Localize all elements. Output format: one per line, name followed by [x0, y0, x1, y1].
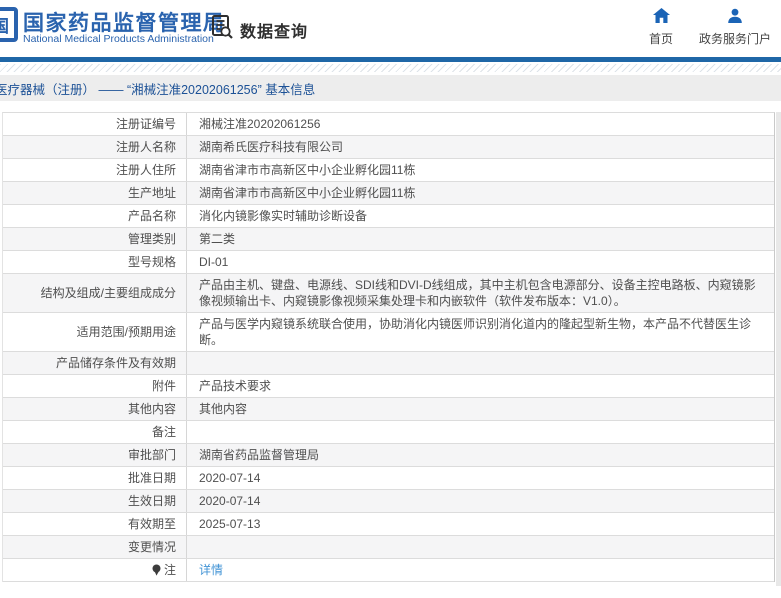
row-label-text: 注册证编号	[115, 117, 176, 131]
row-value: 第二类	[199, 232, 236, 246]
row-label-text: 生效日期	[127, 494, 176, 508]
page: 国 国家药品监督管理局 National Medical Products Ad…	[0, 0, 781, 598]
row-value: 2020-07-14	[199, 494, 261, 508]
nmpa-logo-emblem: 国	[0, 7, 18, 42]
stripe-band	[0, 64, 781, 72]
row-label: 产品储存条件及有效期	[3, 352, 187, 374]
row-value: 产品技术要求	[199, 379, 272, 393]
table-row: 注 详情	[3, 559, 774, 582]
row-value: 2025-07-13	[199, 517, 261, 531]
table-row: 产品名称 消化内镜影像实时辅助诊断设备	[3, 205, 774, 228]
header-divider-bar	[0, 57, 781, 62]
row-label: 注册人住所	[3, 159, 187, 181]
org-name-english: National Medical Products Administration	[23, 33, 214, 45]
user-icon	[695, 8, 775, 26]
row-label: 型号规格	[3, 251, 187, 273]
table-row: 审批部门 湖南省药品监督管理局	[3, 444, 774, 467]
row-label-text: 管理类别	[127, 232, 176, 246]
note-icon	[152, 564, 161, 576]
row-value: 湖南省津市市高新区中小企业孵化园11栋	[199, 163, 416, 177]
row-label: 有效期至	[3, 513, 187, 535]
row-value: 湖南希氏医疗科技有限公司	[199, 140, 344, 154]
row-label-text: 注册人住所	[115, 163, 176, 177]
table-row: 适用范围/预期用途 产品与医学内窥镜系统联合使用，协助消化内镜医师识别消化道内的隆…	[3, 313, 774, 352]
row-label-text: 型号规格	[127, 255, 176, 269]
table-row: 生效日期 2020-07-14	[3, 490, 774, 513]
row-label: 其他内容	[3, 398, 187, 420]
row-label-text: 变更情况	[127, 540, 176, 554]
row-value: 产品由主机、键盘、电源线、SDI线和DVI-D线组成，其中主机包含电源部分、设备…	[199, 278, 756, 308]
table-row: 管理类别 第二类	[3, 228, 774, 251]
table-row: 注册证编号 湘械注准20202061256	[3, 113, 774, 136]
row-label: 变更情况	[3, 536, 187, 558]
row-label-text: 审批部门	[127, 448, 176, 462]
table-row: 备注	[3, 421, 774, 444]
row-label-text: 产品储存条件及有效期	[55, 356, 176, 370]
right-edge-strip	[776, 112, 781, 586]
row-label-text: 注	[163, 563, 176, 577]
row-value: 湖南省津市市高新区中小企业孵化园11栋	[199, 186, 416, 200]
row-value: 湘械注准20202061256	[199, 117, 321, 131]
data-query-icon	[210, 14, 234, 45]
row-label: 注	[3, 559, 187, 581]
row-label-text: 批准日期	[127, 471, 176, 485]
row-label-text: 产品名称	[127, 209, 176, 223]
nav-home[interactable]: 首页	[637, 8, 685, 47]
row-label: 审批部门	[3, 444, 187, 466]
data-query-label: 数据查询	[240, 23, 309, 41]
table-row: 批准日期 2020-07-14	[3, 467, 774, 490]
table-row: 有效期至 2025-07-13	[3, 513, 774, 536]
row-label-text: 附件	[151, 379, 176, 393]
emblem-char: 国	[0, 17, 9, 36]
header: 国 国家药品监督管理局 National Medical Products Ad…	[0, 0, 781, 57]
row-label-text: 结构及组成/主要组成成分	[40, 286, 176, 300]
nav-portal[interactable]: 政务服务门户	[695, 8, 775, 47]
table-row: 变更情况	[3, 536, 774, 559]
table-row: 注册人住所 湖南省津市市高新区中小企业孵化园11栋	[3, 159, 774, 182]
row-label-text: 其他内容	[127, 402, 176, 416]
row-label-text: 适用范围/预期用途	[76, 325, 176, 339]
row-label: 备注	[3, 421, 187, 443]
row-value: 产品与医学内窥镜系统联合使用，协助消化内镜医师识别消化道内的隆起型新生物，本产品…	[199, 317, 752, 347]
row-label: 结构及组成/主要组成成分	[3, 274, 187, 312]
row-label-text: 生产地址	[127, 186, 176, 200]
row-label-text: 注册人名称	[115, 140, 176, 154]
info-table: 注册证编号 湘械注准20202061256 注册人名称 湖南希氏医疗科技有限公司 注册人…	[2, 112, 775, 582]
table-row: 型号规格 DI-01	[3, 251, 774, 274]
row-value	[187, 421, 774, 443]
row-label: 产品名称	[3, 205, 187, 227]
row-label-text: 有效期至	[127, 517, 176, 531]
row-label: 适用范围/预期用途	[3, 313, 187, 351]
breadcrumb: 医疗器械（注册） —— “湘械注准20202061256” 基本信息	[0, 82, 316, 97]
row-value: 消化内镜影像实时辅助诊断设备	[199, 209, 368, 223]
table-row: 产品储存条件及有效期	[3, 352, 774, 375]
data-query-section[interactable]: 数据查询	[210, 14, 308, 45]
row-value: 湖南省药品监督管理局	[199, 448, 320, 462]
table-row: 生产地址 湖南省津市市高新区中小企业孵化园11栋	[3, 182, 774, 205]
table-row: 附件 产品技术要求	[3, 375, 774, 398]
row-value: DI-01	[199, 255, 229, 269]
row-label: 生产地址	[3, 182, 187, 204]
table-row: 结构及组成/主要组成成分 产品由主机、键盘、电源线、SDI线和DVI-D线组成，其…	[3, 274, 774, 313]
breadcrumb-bar: 医疗器械（注册） —— “湘械注准20202061256” 基本信息	[0, 75, 781, 101]
nav-home-label: 首页	[648, 32, 673, 46]
row-label: 注册证编号	[3, 113, 187, 135]
row-value	[187, 536, 774, 558]
row-label: 生效日期	[3, 490, 187, 512]
table-row: 其他内容 其他内容	[3, 398, 774, 421]
row-label: 批准日期	[3, 467, 187, 489]
nav-portal-label: 政务服务门户	[698, 32, 771, 46]
table-row: 注册人名称 湖南希氏医疗科技有限公司	[3, 136, 774, 159]
row-value	[187, 352, 774, 374]
home-icon	[637, 8, 685, 26]
row-value: 其他内容	[199, 402, 248, 416]
row-value: 详情	[187, 559, 774, 581]
row-label: 管理类别	[3, 228, 187, 250]
detail-link[interactable]: 详情	[199, 562, 223, 578]
row-label: 附件	[3, 375, 187, 397]
row-label: 注册人名称	[3, 136, 187, 158]
row-label-text: 备注	[151, 425, 176, 439]
row-value: 2020-07-14	[199, 471, 261, 485]
